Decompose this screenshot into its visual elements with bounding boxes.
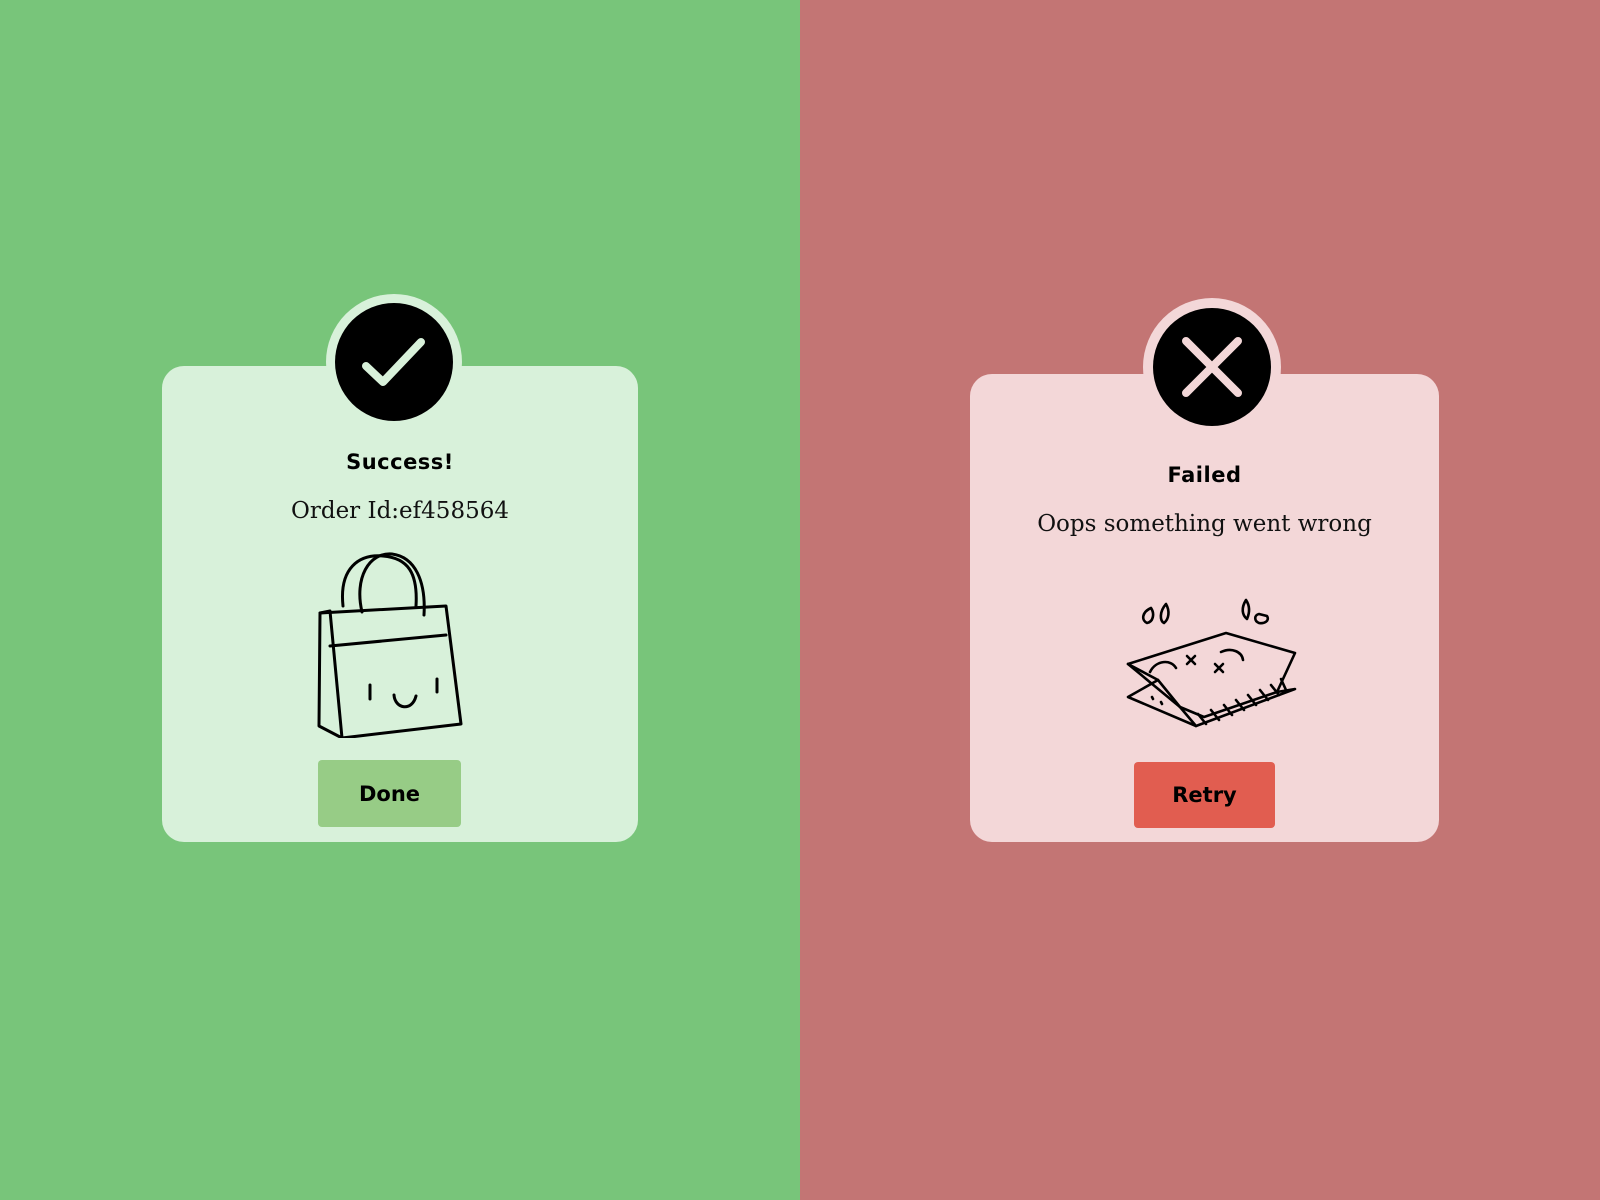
close-icon xyxy=(1143,298,1281,436)
failed-card: Failed Oops something went wrong Retry xyxy=(970,374,1439,842)
payment-status-screens: Success! Order Id:ef458564 Done Failed O… xyxy=(0,0,1600,1200)
done-button[interactable]: Done xyxy=(318,760,461,827)
retry-button[interactable]: Retry xyxy=(1134,762,1275,828)
checkmark-icon xyxy=(326,294,462,430)
failed-badge xyxy=(1143,298,1281,436)
success-card: Success! Order Id:ef458564 Done xyxy=(162,366,638,842)
success-title: Success! xyxy=(346,450,454,474)
failed-panel: Failed Oops something went wrong Retry xyxy=(800,0,1600,1200)
success-badge xyxy=(326,294,462,430)
crumpled-shopping-bag-illustration xyxy=(1126,598,1297,728)
error-message-text: Oops something went wrong xyxy=(1037,511,1372,537)
failed-title: Failed xyxy=(1167,463,1242,487)
order-id-text: Order Id:ef458564 xyxy=(291,498,509,524)
success-panel: Success! Order Id:ef458564 Done xyxy=(0,0,800,1200)
smiling-shopping-bag-illustration xyxy=(317,552,463,738)
